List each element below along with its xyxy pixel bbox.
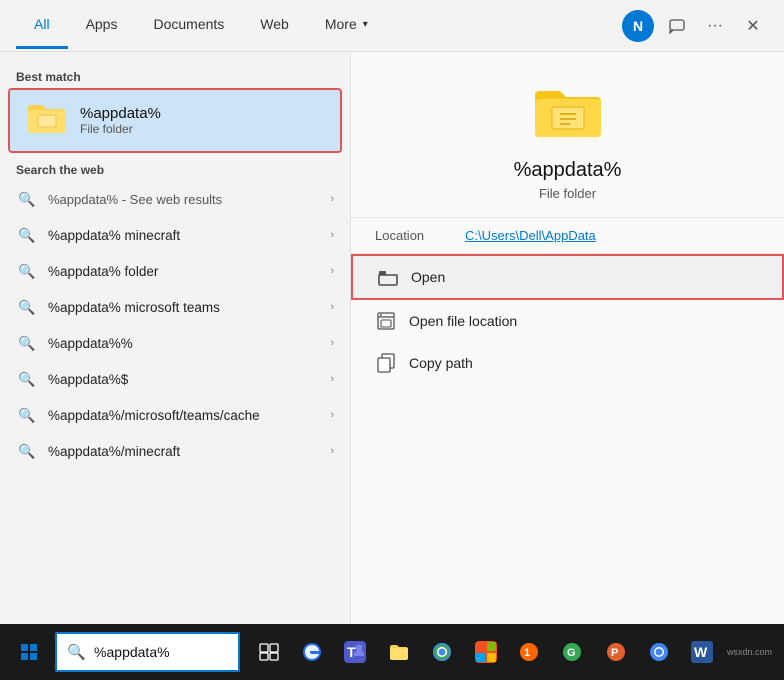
copy-icon	[375, 352, 397, 374]
main-container: Best match %appdata% File folder Search …	[0, 52, 784, 624]
right-panel-title: %appdata%	[514, 159, 622, 182]
chevron-right-icon: ›	[330, 229, 334, 241]
edge-icon[interactable]	[291, 630, 332, 674]
tab-web[interactable]: Web	[242, 2, 307, 49]
chevron-right-icon: ›	[330, 301, 334, 313]
store-icon[interactable]	[465, 630, 506, 674]
nav-tabs: All Apps Documents Web More ▾	[16, 2, 622, 49]
taskbar: 🔍 T	[0, 624, 784, 680]
mail-icon[interactable]: 1	[508, 630, 549, 674]
right-panel-header: %appdata% File folder	[351, 52, 784, 218]
search-item-text: %appdata%/minecraft	[48, 444, 320, 459]
tab-apps[interactable]: Apps	[68, 2, 136, 49]
taskbar-search-input[interactable]	[94, 644, 228, 660]
chevron-right-icon: ›	[330, 193, 334, 205]
search-web-label: Search the web	[0, 153, 350, 181]
word-icon[interactable]: W	[682, 630, 723, 674]
more-options-icon[interactable]: ···	[700, 11, 730, 41]
task-view-button[interactable]	[248, 630, 289, 674]
file-explorer-icon[interactable]	[378, 630, 419, 674]
action-copy-path-label: Copy path	[409, 355, 473, 371]
chevron-right-icon: ›	[330, 265, 334, 277]
search-item-8[interactable]: 🔍 %appdata%/minecraft ›	[0, 433, 350, 469]
right-panel-subtitle: File folder	[539, 186, 596, 201]
search-icon: 🔍	[16, 188, 38, 210]
chevron-right-icon: ›	[330, 409, 334, 421]
search-icon: 🔍	[16, 404, 38, 426]
chevron-right-icon: ›	[330, 445, 334, 457]
chrome-icon[interactable]	[422, 630, 463, 674]
search-item-text: %appdata% - See web results	[48, 192, 320, 207]
action-open-file-location-label: Open file location	[409, 313, 517, 329]
search-item-text: %appdata% folder	[48, 264, 320, 279]
action-open-label: Open	[411, 269, 445, 285]
action-copy-path[interactable]: Copy path	[351, 342, 784, 384]
tab-all[interactable]: All	[16, 2, 68, 49]
parental-controls-icon[interactable]: P	[595, 630, 636, 674]
folder-icon	[26, 100, 68, 141]
search-item-4[interactable]: 🔍 %appdata% microsoft teams ›	[0, 289, 350, 325]
tab-documents[interactable]: Documents	[135, 2, 242, 49]
search-icon: 🔍	[16, 368, 38, 390]
tab-more[interactable]: More ▾	[307, 2, 386, 49]
svg-text:G: G	[567, 647, 576, 659]
svg-text:P: P	[611, 647, 618, 659]
detail-value-location[interactable]: C:\Users\Dell\AppData	[465, 228, 596, 243]
svg-text:T: T	[347, 644, 356, 660]
search-item-text: %appdata%$	[48, 372, 320, 387]
right-panel: %appdata% File folder Location C:\Users\…	[350, 52, 784, 624]
search-icon: 🔍	[16, 440, 38, 462]
chrome2-icon[interactable]	[638, 630, 679, 674]
search-item-text: %appdata%%	[48, 336, 320, 351]
watermark: wsxdn.com	[727, 647, 772, 657]
search-icon: 🔍	[67, 643, 86, 661]
search-item-7[interactable]: 🔍 %appdata%/microsoft/teams/cache ›	[0, 397, 350, 433]
search-item-6[interactable]: 🔍 %appdata%$ ›	[0, 361, 350, 397]
start-button[interactable]	[8, 630, 49, 674]
search-icon: 🔍	[16, 224, 38, 246]
nav-actions: N ··· ✕	[622, 10, 768, 42]
action-open-file-location[interactable]: Open file location	[351, 300, 784, 342]
best-match-subtitle: File folder	[80, 122, 161, 136]
detail-label: Location	[375, 228, 465, 243]
file-location-icon	[375, 310, 397, 332]
svg-text:1: 1	[524, 647, 530, 659]
top-navigation: All Apps Documents Web More ▾ N ··· ✕	[0, 0, 784, 52]
close-icon[interactable]: ✕	[738, 11, 768, 41]
search-item-2[interactable]: 🔍 %appdata% minecraft ›	[0, 217, 350, 253]
search-item-5[interactable]: 🔍 %appdata%% ›	[0, 325, 350, 361]
chevron-right-icon: ›	[330, 337, 334, 349]
folder-icon-large	[532, 82, 604, 147]
search-item-text: %appdata% microsoft teams	[48, 300, 320, 315]
best-match-item[interactable]: %appdata% File folder	[8, 88, 342, 153]
detail-row-location: Location C:\Users\Dell\AppData	[351, 218, 784, 254]
user-avatar[interactable]: N	[622, 10, 654, 42]
settings-icon[interactable]: G	[552, 630, 593, 674]
search-icon: 🔍	[16, 296, 38, 318]
best-match-title: %appdata%	[80, 105, 161, 122]
chevron-down-icon: ▾	[363, 19, 368, 30]
left-panel: Best match %appdata% File folder Search …	[0, 52, 350, 624]
search-item-text: %appdata%/microsoft/teams/cache	[48, 408, 320, 423]
best-match-text: %appdata% File folder	[80, 105, 161, 136]
search-icon: 🔍	[16, 332, 38, 354]
svg-text:W: W	[694, 644, 708, 660]
folder-open-icon	[377, 266, 399, 288]
taskbar-search-bar[interactable]: 🔍	[55, 632, 240, 672]
search-item-3[interactable]: 🔍 %appdata% folder ›	[0, 253, 350, 289]
search-item-1[interactable]: 🔍 %appdata% - See web results ›	[0, 181, 350, 217]
feedback-icon[interactable]	[662, 11, 692, 41]
action-open[interactable]: Open	[351, 254, 784, 300]
best-match-label: Best match	[0, 64, 350, 88]
search-icon: 🔍	[16, 260, 38, 282]
teams-icon[interactable]: T	[335, 630, 376, 674]
chevron-right-icon: ›	[330, 373, 334, 385]
search-item-text: %appdata% minecraft	[48, 228, 320, 243]
